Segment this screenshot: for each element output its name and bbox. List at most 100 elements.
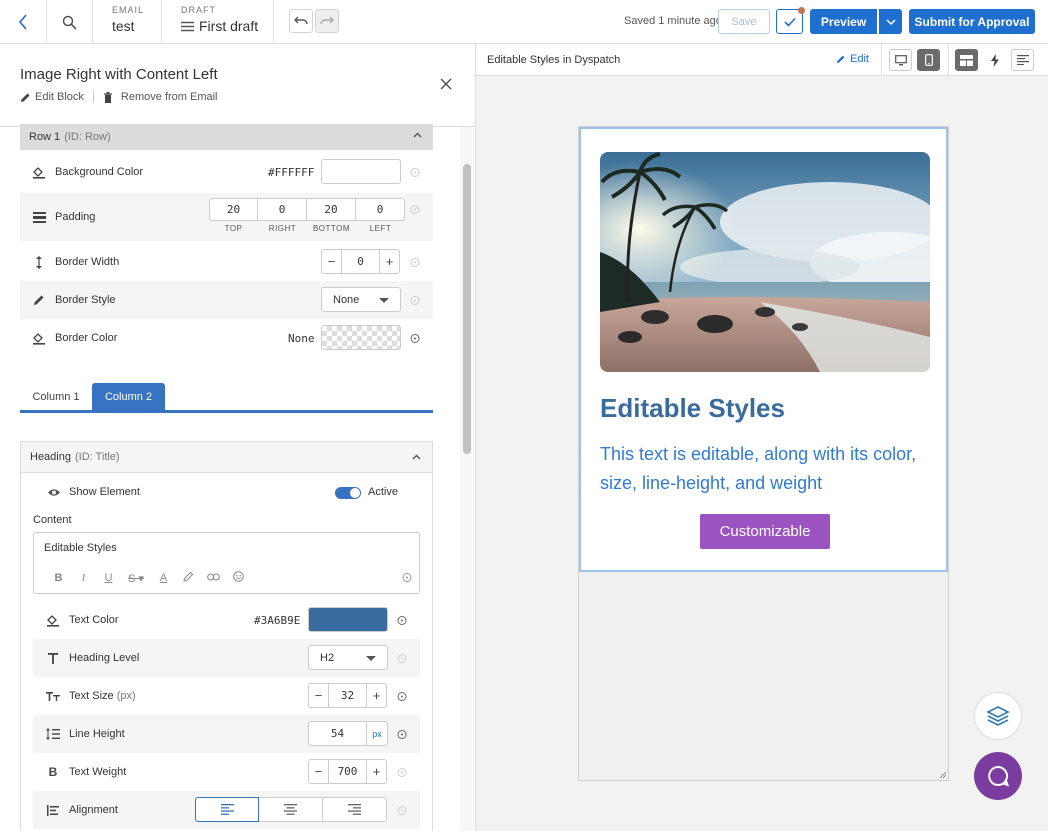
email-name-section[interactable]: EMAIL test	[93, 0, 162, 44]
strikethrough-icon[interactable]: S ▾	[121, 572, 151, 585]
row-section-header[interactable]: Row 1 (ID: Row)	[20, 124, 433, 150]
border-style-select[interactable]: None	[321, 287, 401, 312]
border-color-picker[interactable]	[321, 325, 401, 350]
tab-column-2[interactable]: Column 2	[92, 383, 165, 410]
approval-check-button[interactable]	[776, 7, 805, 34]
preview-edit-link[interactable]: Edit	[836, 53, 869, 65]
align-right-button[interactable]	[323, 797, 387, 822]
submit-for-approval-button[interactable]: Submit for Approval	[909, 9, 1035, 34]
tab-column-1[interactable]: Column 1	[20, 383, 92, 410]
layers-icon	[986, 706, 1010, 726]
padding-right-input[interactable]: 0	[258, 198, 307, 221]
align-center-button[interactable]	[259, 797, 323, 822]
padding-row: Padding 20 TOP 0 RIGHT 20 BOTTOM 0 LEFT	[20, 193, 433, 241]
reset-icon[interactable]	[409, 204, 420, 215]
text-weight-stepper: − 700 +	[308, 759, 387, 784]
highlight-icon[interactable]	[176, 571, 201, 585]
preview-toolbar: Editable Styles in Dyspatch Edit	[476, 44, 1048, 76]
layout-view-button[interactable]	[955, 49, 978, 71]
text-view-button[interactable]	[1011, 49, 1034, 71]
email-heading[interactable]: Editable Styles	[600, 393, 785, 424]
content-editor[interactable]: Editable Styles B I U S ▾ A	[33, 532, 420, 594]
show-element-toggle[interactable]	[335, 487, 361, 499]
resize-grip-icon[interactable]	[939, 771, 947, 779]
align-left-button[interactable]	[195, 797, 259, 822]
emoji-icon[interactable]	[226, 571, 251, 585]
decrement-button[interactable]: −	[322, 250, 341, 273]
back-button[interactable]	[0, 0, 47, 44]
layers-button[interactable]	[974, 692, 1022, 740]
padding-bottom-input[interactable]: 20	[307, 198, 356, 221]
heading-section-header[interactable]: Heading (ID: Title)	[21, 442, 432, 473]
reset-icon[interactable]	[396, 767, 407, 778]
panel-scrollbar-thumb[interactable]	[463, 164, 471, 454]
increment-button[interactable]: +	[367, 760, 386, 783]
bold-icon[interactable]: B	[46, 572, 71, 584]
help-chat-button[interactable]	[974, 752, 1022, 800]
text-size-row: Text Size (px) − 32 +	[33, 677, 420, 715]
reset-icon[interactable]	[401, 572, 412, 583]
reset-icon[interactable]	[396, 729, 407, 740]
email-block-selected[interactable]: Editable Styles This text is editable, a…	[579, 127, 948, 572]
border-color-row: Border Color None	[20, 319, 433, 357]
underline-icon[interactable]: U	[96, 572, 121, 584]
pencil-icon	[21, 93, 30, 102]
border-style-label: Border Style	[55, 294, 116, 306]
content-text[interactable]: Editable Styles	[44, 542, 117, 554]
text-color-row: Text Color #3A6B9E	[33, 601, 420, 639]
reset-icon[interactable]	[396, 805, 407, 816]
increment-button[interactable]: +	[380, 250, 399, 273]
content-label: Content	[33, 514, 72, 526]
email-paragraph[interactable]: This text is editable, along with its co…	[600, 440, 935, 498]
text-color-picker[interactable]	[308, 607, 388, 632]
hero-image-beach[interactable]	[600, 152, 930, 372]
reset-icon[interactable]	[396, 653, 407, 664]
preview-button[interactable]: Preview	[810, 9, 877, 34]
reset-icon[interactable]	[409, 295, 420, 306]
increment-button[interactable]: +	[367, 684, 386, 707]
desktop-view-button[interactable]	[889, 49, 912, 71]
text-weight-input[interactable]: 700	[328, 760, 367, 783]
padding-top-input[interactable]: 20	[209, 198, 258, 221]
border-width-input[interactable]: 0	[341, 250, 380, 273]
reset-icon[interactable]	[409, 333, 420, 344]
save-button[interactable]: Save	[718, 9, 770, 34]
draft-selector[interactable]: DRAFT First draft	[162, 0, 274, 44]
line-height-unit-toggle[interactable]: px	[367, 721, 388, 746]
align-center-icon	[284, 804, 297, 815]
border-style-row: Border Style None	[20, 281, 433, 319]
link-icon[interactable]	[201, 572, 226, 584]
close-panel-button[interactable]	[437, 75, 455, 93]
background-color-picker[interactable]	[321, 159, 401, 184]
decrement-button[interactable]: −	[309, 760, 328, 783]
active-label: Active	[368, 486, 398, 498]
undo-button[interactable]	[289, 9, 313, 33]
interactive-view-button[interactable]	[983, 49, 1006, 71]
reset-icon[interactable]	[396, 691, 407, 702]
toggle-knob	[350, 488, 360, 498]
font-color-icon[interactable]: A	[151, 572, 176, 584]
text-size-stepper: − 32 +	[308, 683, 387, 708]
remove-from-email-link[interactable]: Remove from Email	[103, 91, 218, 103]
bold-icon: B	[48, 765, 58, 779]
redo-icon	[320, 16, 334, 25]
mobile-view-button[interactable]	[917, 49, 940, 71]
text-size-input[interactable]: 32	[328, 684, 367, 707]
edit-block-link[interactable]: Edit Block	[20, 91, 84, 103]
email-cta-button[interactable]: Customizable	[700, 514, 830, 549]
search-button[interactable]	[47, 0, 93, 44]
heading-element-card: Heading (ID: Title) Show Element Active …	[20, 441, 433, 831]
preview-dropdown-button[interactable]	[879, 9, 902, 34]
decrement-button[interactable]: −	[309, 684, 328, 707]
heading-level-row: Heading Level H2	[33, 639, 420, 677]
list-icon	[1016, 55, 1029, 65]
padding-left-input[interactable]: 0	[356, 198, 405, 221]
italic-icon[interactable]: I	[71, 572, 96, 584]
reset-icon[interactable]	[409, 167, 420, 178]
reset-icon[interactable]	[409, 257, 420, 268]
redo-button[interactable]	[315, 9, 339, 33]
reset-icon[interactable]	[396, 615, 407, 626]
line-height-input[interactable]: 54	[308, 721, 367, 746]
rich-text-toolbar: B I U S ▾ A	[46, 571, 251, 585]
heading-level-select[interactable]: H2	[308, 645, 388, 670]
